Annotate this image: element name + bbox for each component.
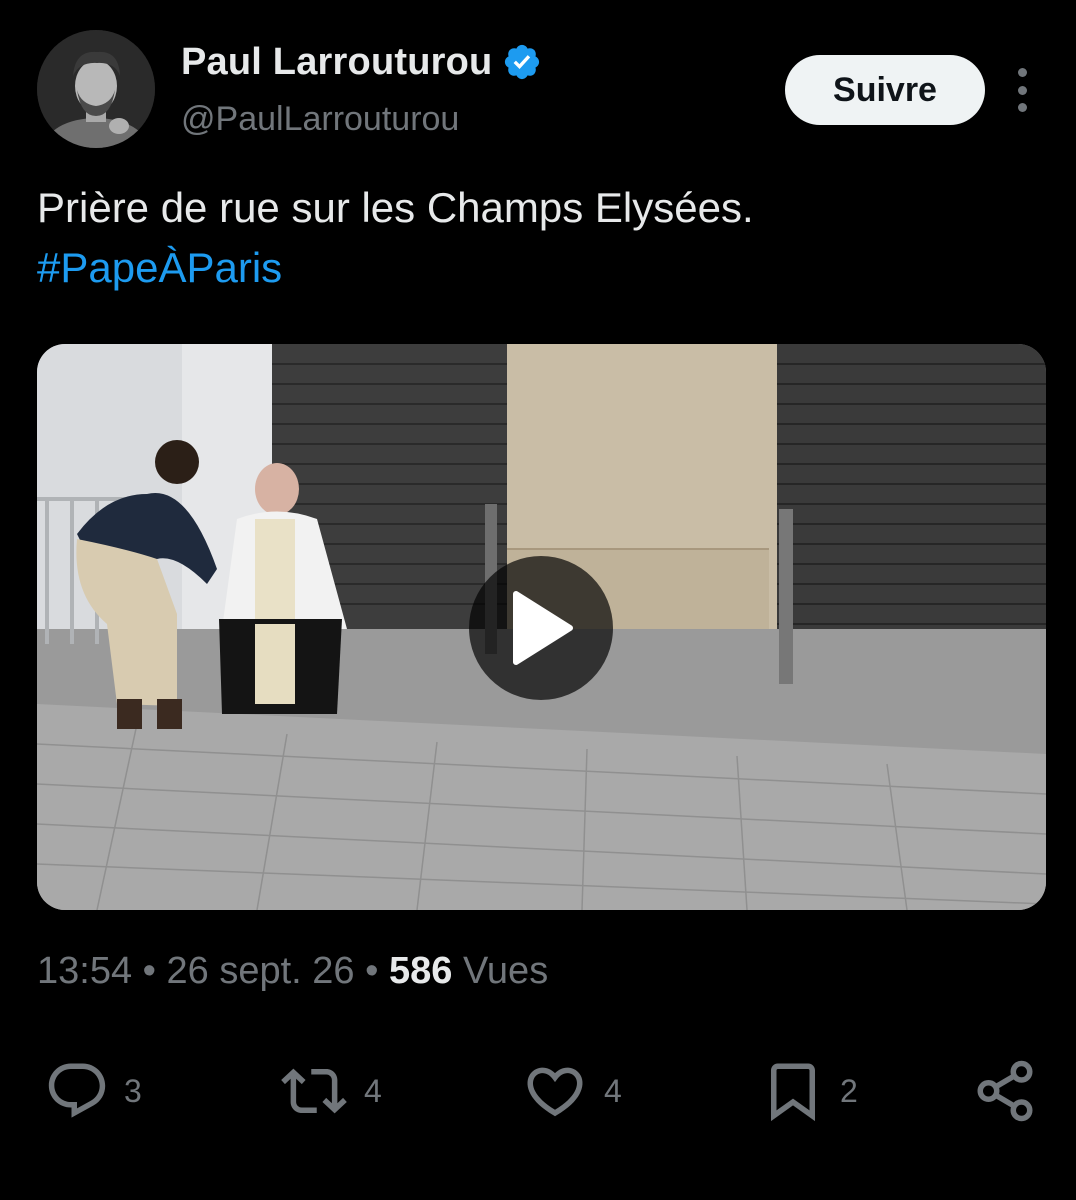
bookmark-count: 2 <box>840 1072 858 1109</box>
hashtag-link[interactable]: #PapeÀParis <box>37 238 1037 298</box>
avatar-photo <box>37 30 155 148</box>
tweet-meta: 13:54 • 26 sept. 26 • 586 Vues <box>37 950 548 993</box>
tweet-time[interactable]: 13:54 <box>37 950 132 992</box>
tweet-body: Prière de rue sur les Champs Elysées. <box>37 184 754 231</box>
action-bar: 3 4 4 2 <box>0 1058 1076 1128</box>
author-display-name[interactable]: Paul Larrouturou <box>181 41 492 84</box>
tweet: Paul Larrouturou @PaulLarrouturou Suivre… <box>0 0 1076 1200</box>
bookmark-button[interactable]: 2 <box>760 1058 858 1124</box>
share-icon <box>977 1060 1033 1122</box>
reply-icon <box>48 1063 106 1118</box>
meta-separator: • <box>365 950 379 992</box>
play-icon[interactable] <box>469 556 613 700</box>
heart-icon <box>527 1067 583 1117</box>
tweet-date[interactable]: 26 sept. 26 <box>167 950 355 992</box>
views-count[interactable]: 586 <box>389 950 452 992</box>
bookmark-icon <box>771 1063 815 1122</box>
meta-separator: • <box>142 950 156 992</box>
retweet-count: 4 <box>364 1072 382 1109</box>
reply-count: 3 <box>124 1072 142 1109</box>
views-label[interactable]: Vues <box>463 950 548 992</box>
video-thumbnail[interactable] <box>37 344 1046 910</box>
author-handle[interactable]: @PaulLarrouturou <box>181 100 459 139</box>
more-options-icon[interactable] <box>1006 68 1038 112</box>
tweet-text: Prière de rue sur les Champs Elysées. #P… <box>37 178 1037 298</box>
avatar[interactable] <box>37 30 155 148</box>
retweet-button[interactable]: 4 <box>278 1058 382 1124</box>
follow-button[interactable]: Suivre <box>785 55 985 125</box>
author-name-row[interactable]: Paul Larrouturou <box>181 38 542 86</box>
like-button[interactable]: 4 <box>520 1058 622 1124</box>
share-button[interactable] <box>972 1058 1038 1124</box>
like-count: 4 <box>604 1072 622 1109</box>
retweet-icon <box>281 1068 347 1114</box>
verified-badge-icon <box>502 42 542 82</box>
reply-button[interactable]: 3 <box>44 1058 142 1124</box>
